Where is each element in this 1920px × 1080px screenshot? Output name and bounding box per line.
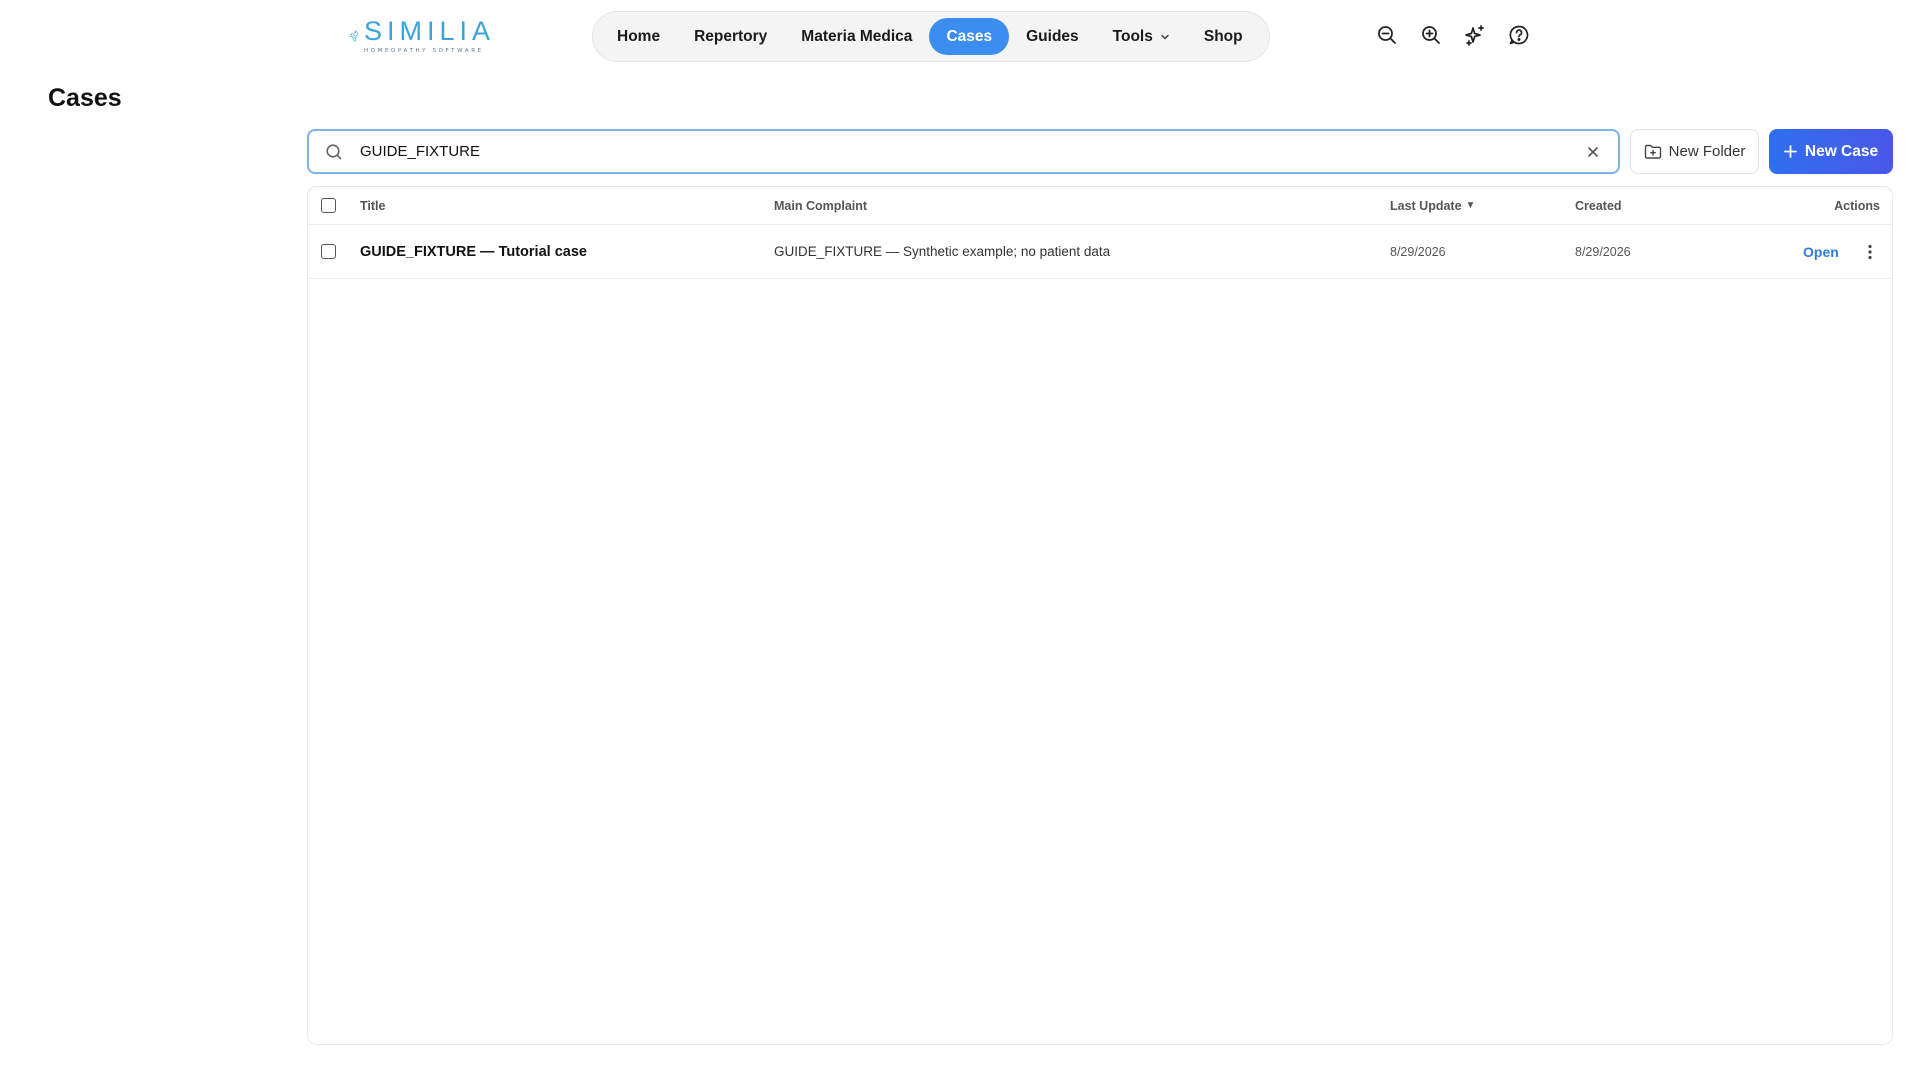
- logo-mark-icon: [349, 30, 358, 42]
- search-box: [307, 129, 1620, 174]
- folder-plus-icon: [1644, 144, 1661, 159]
- column-header-actions: Actions: [1834, 198, 1880, 213]
- case-main-complaint: GUIDE_FIXTURE — Synthetic example; no pa…: [774, 244, 1111, 259]
- nav-item-cases[interactable]: Cases: [929, 18, 1010, 55]
- search-input[interactable]: [360, 131, 1583, 172]
- main-nav: Home Repertory Materia Medica Cases Guid…: [592, 11, 1270, 62]
- nav-item-shop[interactable]: Shop: [1187, 18, 1260, 55]
- nav-item-materia-medica[interactable]: Materia Medica: [784, 18, 929, 55]
- row-select-cell: [321, 225, 336, 278]
- case-title[interactable]: GUIDE_FIXTURE — Tutorial case: [360, 225, 587, 278]
- logo-text: SIMILIA HOMEOPATHY SOFTWARE: [364, 17, 495, 55]
- select-all-checkbox[interactable]: [321, 198, 336, 213]
- table-row[interactable]: GUIDE_FIXTURE — Tutorial case GUIDE_FIXT…: [308, 225, 1892, 279]
- logo-tagline: HOMEOPATHY SOFTWARE: [363, 48, 484, 54]
- help-icon[interactable]: [1506, 22, 1532, 48]
- sort-desc-icon: ▼: [1465, 200, 1476, 211]
- new-folder-label: New Folder: [1668, 143, 1746, 160]
- column-header-title[interactable]: Title: [360, 187, 385, 224]
- new-folder-button[interactable]: New Folder: [1630, 129, 1759, 174]
- search-icon: [326, 143, 342, 159]
- plus-icon: [1783, 145, 1797, 158]
- case-last-update: 8/29/2026: [1390, 244, 1446, 259]
- logo-wordmark: SIMILIA: [363, 16, 495, 46]
- case-created: 8/29/2026: [1575, 244, 1631, 259]
- select-all-cell: [321, 187, 336, 224]
- nav-item-tools[interactable]: Tools: [1096, 18, 1187, 55]
- nav-item-label: Repertory: [694, 27, 768, 45]
- nav-item-label: Materia Medica: [801, 27, 913, 45]
- header-tools: [1374, 22, 1532, 48]
- page-title: Cases: [48, 84, 122, 112]
- row-checkbox[interactable]: [321, 244, 336, 259]
- new-case-button[interactable]: New Case: [1769, 129, 1893, 174]
- nav-item-label: Home: [617, 27, 661, 45]
- column-header-last-update[interactable]: Last Update ▼: [1390, 187, 1475, 224]
- nav-item-label: Tools: [1112, 27, 1153, 45]
- clear-search-icon[interactable]: [1583, 142, 1603, 162]
- nav-item-label: Cases: [946, 27, 993, 45]
- zoom-in-icon[interactable]: [1418, 22, 1444, 48]
- sparkles-icon[interactable]: [1462, 22, 1488, 48]
- new-case-label: New Case: [1804, 142, 1879, 160]
- nav-item-home[interactable]: Home: [600, 18, 677, 55]
- chevron-down-icon: [1161, 34, 1169, 39]
- more-vertical-icon[interactable]: [1862, 242, 1878, 262]
- column-header-created[interactable]: Created: [1575, 187, 1622, 224]
- cases-table: Title Main Complaint Last Update ▼ Creat…: [307, 186, 1893, 1045]
- column-header-main-complaint[interactable]: Main Complaint: [774, 187, 867, 224]
- open-case-link[interactable]: Open: [1803, 225, 1839, 278]
- nav-item-label: Guides: [1026, 27, 1079, 45]
- table-header: Title Main Complaint Last Update ▼ Creat…: [308, 187, 1892, 225]
- row-actions-cell: [1862, 225, 1878, 278]
- similia-logo[interactable]: SIMILIA HOMEOPATHY SOFTWARE: [349, 14, 495, 58]
- nav-item-guides[interactable]: Guides: [1009, 18, 1096, 55]
- zoom-out-icon[interactable]: [1374, 22, 1400, 48]
- nav-item-label: Shop: [1203, 27, 1243, 45]
- nav-item-repertory[interactable]: Repertory: [677, 18, 784, 55]
- column-header-last-update-label: Last Update: [1390, 198, 1462, 213]
